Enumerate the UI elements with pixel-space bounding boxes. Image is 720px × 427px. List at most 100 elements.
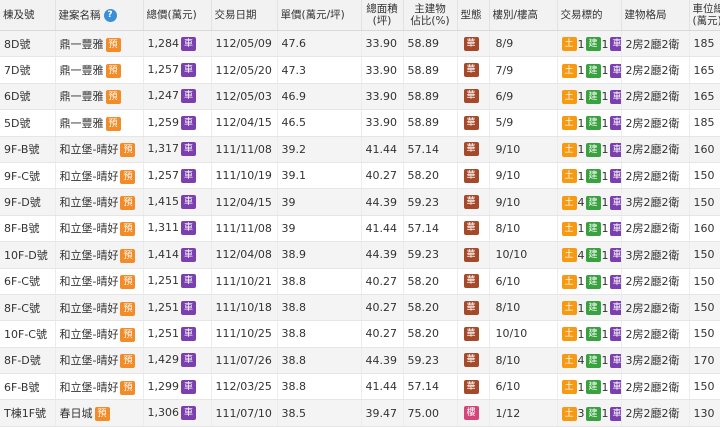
- building-badge: 建: [585, 37, 601, 52]
- col-header-type[interactable]: 型態: [457, 0, 490, 31]
- cell-project[interactable]: 和立堡-晴好預: [55, 188, 144, 216]
- cell-area: 33.90: [361, 30, 404, 58]
- project-name-link[interactable]: 鼎一豐雅: [60, 117, 104, 130]
- cell-project[interactable]: 和立堡-晴好預: [55, 241, 144, 269]
- cell-total-price: 1,257 車: [143, 162, 212, 190]
- building-count: 1: [601, 327, 609, 341]
- col-header-parking-price[interactable]: 車位總價(萬元): [689, 0, 720, 31]
- project-name-link[interactable]: 鼎一豐雅: [60, 64, 104, 77]
- cell-layout: 2房2廳2衛: [621, 136, 690, 163]
- cell-project[interactable]: 和立堡-晴好預: [55, 347, 144, 375]
- table-row[interactable]: 8F-D號 和立堡-晴好預 1,429 車 111/07/26 38.8 44.39 59.2…: [0, 347, 720, 375]
- col-header-main-ratio[interactable]: 主建物 佔比(%): [403, 0, 458, 31]
- building-count: 1: [601, 248, 609, 262]
- project-name-link[interactable]: 春日城: [60, 407, 93, 420]
- cell-project[interactable]: 鼎一豐雅預: [55, 30, 144, 58]
- parking-badge: 車: [181, 89, 196, 104]
- cell-main-ratio: 57.14: [403, 215, 458, 243]
- help-icon[interactable]: ?: [103, 8, 117, 22]
- table-row[interactable]: 9F-D號 和立堡-晴好預 1,415 車 112/04/15 39 44.39 59.23 華…: [0, 188, 720, 216]
- cell-building: 8F-B號: [0, 215, 56, 243]
- table-row[interactable]: 6F-B號 和立堡-晴好預 1,299 車 112/03/25 38.8 41.44 57.1…: [0, 373, 720, 401]
- project-name-link[interactable]: 和立堡-晴好: [60, 302, 119, 315]
- col-header-floor[interactable]: 樓別/樓高: [489, 0, 558, 31]
- pre-sale-badge: 預: [120, 196, 136, 211]
- cell-building: 8D號: [0, 30, 56, 58]
- building-badge: 建: [585, 274, 601, 289]
- cell-project[interactable]: 和立堡-晴好預: [55, 268, 144, 295]
- project-name-link[interactable]: 鼎一豐雅: [60, 38, 104, 51]
- cell-building: 9F-B號: [0, 136, 56, 163]
- cell-target: 土4建1車1: [557, 188, 622, 216]
- cell-project[interactable]: 和立堡-晴好預: [55, 373, 144, 401]
- table-row[interactable]: 8F-C號 和立堡-晴好預 1,251 車 111/10/18 38.8 40.27 58.2…: [0, 294, 720, 322]
- cell-parking-price: 150: [689, 241, 720, 269]
- table-row[interactable]: 8F-B號 和立堡-晴好預 1,311 車 111/11/08 39 41.44 57.14 華…: [0, 215, 720, 243]
- col-header-unit-price[interactable]: 單價(萬元/坪): [277, 0, 362, 31]
- table-row[interactable]: T棟1F號 春日城預 1,306 車 111/07/10 38.5 39.47 75.00 樓 1…: [0, 399, 720, 427]
- table-row[interactable]: 5D號 鼎一豐雅預 1,259 車 112/04/15 46.5 33.90 58.89 華 5/…: [0, 109, 720, 137]
- cell-project[interactable]: 鼎一豐雅預: [55, 109, 144, 137]
- table-row[interactable]: 9F-C號 和立堡-晴好預 1,257 車 111/10/19 39.1 40.27 58.2…: [0, 162, 720, 190]
- project-name-link[interactable]: 和立堡-晴好: [60, 222, 119, 235]
- cell-total-price: 1,259 車: [143, 109, 212, 137]
- table-row[interactable]: 7D號 鼎一豐雅預 1,257 車 112/05/20 47.3 33.90 58.89 華 7/…: [0, 56, 720, 84]
- cell-building: 7D號: [0, 56, 56, 84]
- building-count: 1: [601, 143, 609, 157]
- cell-main-ratio: 58.20: [403, 294, 458, 322]
- project-name-link[interactable]: 和立堡-晴好: [60, 354, 119, 367]
- project-name-link[interactable]: 和立堡-晴好: [60, 143, 119, 156]
- col-header-total-price[interactable]: 總價(萬元): [143, 0, 212, 31]
- cell-layout: 2房2廳2衛: [621, 56, 690, 84]
- cell-floor: 5/9: [489, 109, 558, 137]
- cell-project[interactable]: 鼎一豐雅預: [55, 56, 144, 84]
- parking-count-badge: 車: [609, 353, 620, 368]
- project-name-link[interactable]: 鼎一豐雅: [60, 90, 104, 103]
- cell-unit-price: 39.1: [277, 162, 362, 190]
- project-name-link[interactable]: 和立堡-晴好: [60, 381, 119, 394]
- land-badge: 土: [561, 142, 577, 157]
- col-header-date[interactable]: 交易日期: [211, 0, 278, 31]
- cell-project[interactable]: 和立堡-晴好預: [55, 136, 144, 163]
- cell-project[interactable]: 和立堡-晴好預: [55, 162, 144, 190]
- table-row[interactable]: 10F-D號 和立堡-晴好預 1,414 車 112/04/08 38.9 44.39 59.…: [0, 241, 720, 269]
- col-header-area[interactable]: 總面積 (坪): [361, 0, 404, 31]
- cell-target: 土3建1車1: [557, 399, 622, 427]
- pre-sale-badge: 預: [120, 248, 136, 263]
- cell-building: 10F-C號: [0, 320, 56, 348]
- col-header-project[interactable]: 建案名稱?: [55, 0, 144, 31]
- cell-project[interactable]: 和立堡-晴好預: [55, 320, 144, 348]
- cell-unit-price: 39.2: [277, 136, 362, 163]
- project-name-link[interactable]: 和立堡-晴好: [60, 170, 119, 183]
- cell-project[interactable]: 和立堡-晴好預: [55, 294, 144, 322]
- table-row[interactable]: 10F-C號 和立堡-晴好預 1,251 車 111/10/25 38.8 40.27 58.…: [0, 320, 720, 348]
- parking-count-badge: 車: [609, 301, 620, 316]
- cell-project[interactable]: 鼎一豐雅預: [55, 83, 144, 111]
- table-row[interactable]: 9F-B號 和立堡-晴好預 1,317 車 111/11/08 39.2 41.44 57.1…: [0, 136, 720, 163]
- col-header-building[interactable]: 棟及號: [0, 0, 56, 31]
- cell-date: 111/10/25: [211, 320, 278, 348]
- pre-sale-badge: 預: [105, 64, 121, 79]
- type-badge: 華: [463, 379, 479, 394]
- parking-badge: 車: [181, 221, 196, 236]
- land-count: 1: [577, 169, 585, 183]
- cell-floor: 6/9: [489, 83, 558, 111]
- cell-project[interactable]: 春日城預: [55, 399, 144, 427]
- project-name-link[interactable]: 和立堡-晴好: [60, 328, 119, 341]
- project-name-link[interactable]: 和立堡-晴好: [60, 249, 119, 262]
- pre-sale-badge: 預: [105, 116, 121, 131]
- col-header-layout[interactable]: 建物格局: [621, 0, 690, 31]
- cell-project[interactable]: 和立堡-晴好預: [55, 215, 144, 243]
- land-count: 1: [577, 37, 585, 51]
- table-row[interactable]: 8D號 鼎一豐雅預 1,284 車 112/05/09 47.6 33.90 58.89 華 8/…: [0, 30, 720, 58]
- project-name-link[interactable]: 和立堡-晴好: [60, 196, 119, 209]
- cell-layout: 2房2廳2衛: [621, 268, 690, 295]
- project-name-link[interactable]: 和立堡-晴好: [60, 275, 119, 288]
- pre-sale-badge: 預: [120, 143, 136, 158]
- cell-area: 40.27: [361, 162, 404, 190]
- col-header-target[interactable]: 交易標的: [557, 0, 622, 31]
- table-row[interactable]: 6F-C號 和立堡-晴好預 1,251 車 111/10/21 38.8 40.27 58.2…: [0, 268, 720, 295]
- building-badge: 建: [585, 195, 601, 210]
- table-row[interactable]: 6D號 鼎一豐雅預 1,247 車 112/05/03 46.9 33.90 58.89 華 6/…: [0, 83, 720, 111]
- cell-unit-price: 38.8: [277, 373, 362, 401]
